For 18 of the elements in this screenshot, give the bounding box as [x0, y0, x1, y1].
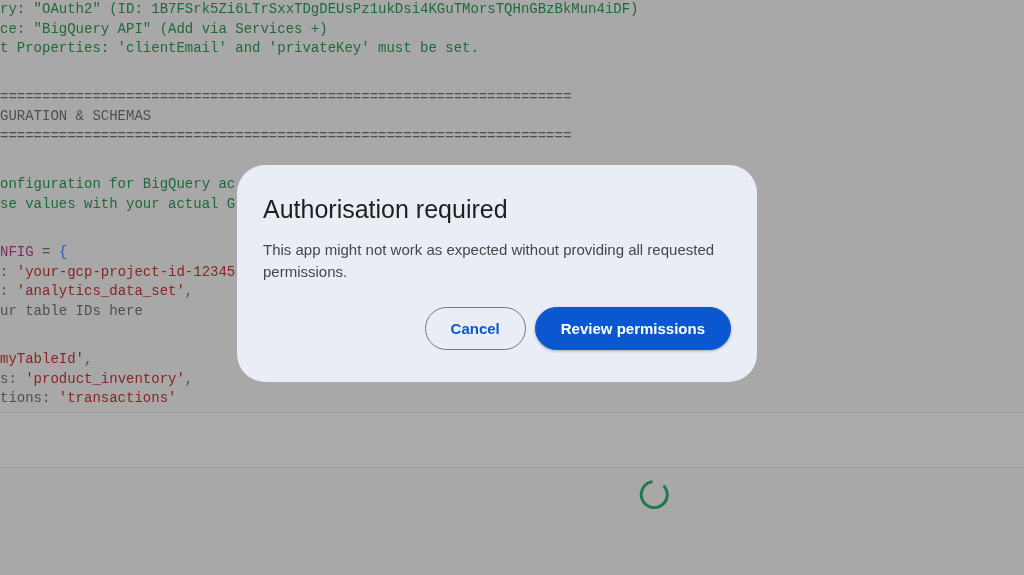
code-line: ====================================================================: [0, 87, 572, 107]
code-line: se values with your actual G: [0, 194, 236, 214]
code-line: onfiguration for BigQuery ac: [0, 175, 236, 194]
code-line: myTableId',: [0, 350, 93, 369]
code-line: NFIG = {: [0, 243, 68, 262]
code-line: GURATION & SCHEMAS: [0, 107, 152, 126]
dialog-message: This app might not work as expected without providing all requested permissions.: [263, 240, 716, 282]
code-line: : 'analytics_data_set',: [0, 282, 194, 301]
code-line: ce: "BigQuery API" (Add via Services +): [0, 19, 328, 39]
code-line: : 'your-gcp-project-id-12345: [0, 262, 236, 282]
review-permissions-button[interactable]: Review permissions: [534, 307, 731, 350]
code-line: ====================================================================: [0, 126, 572, 146]
code-line: s: 'product_inventory',: [0, 369, 194, 389]
code-line: t Properties: 'clientEmail' and 'privateKey' must be set.: [0, 39, 479, 58]
code-line: ur table IDs here: [0, 301, 143, 321]
dialog-title: Authorisation required: [263, 194, 509, 225]
code-line: ry: "OAuth2" (ID: 1B7FSrk5Zi6LTrSxxTDgDEUsPz1ukDsi4KGuTMorsTQHnGBzBkMun4iDF): [0, 0, 639, 19]
code-line: tions: 'transactions': [0, 389, 177, 408]
